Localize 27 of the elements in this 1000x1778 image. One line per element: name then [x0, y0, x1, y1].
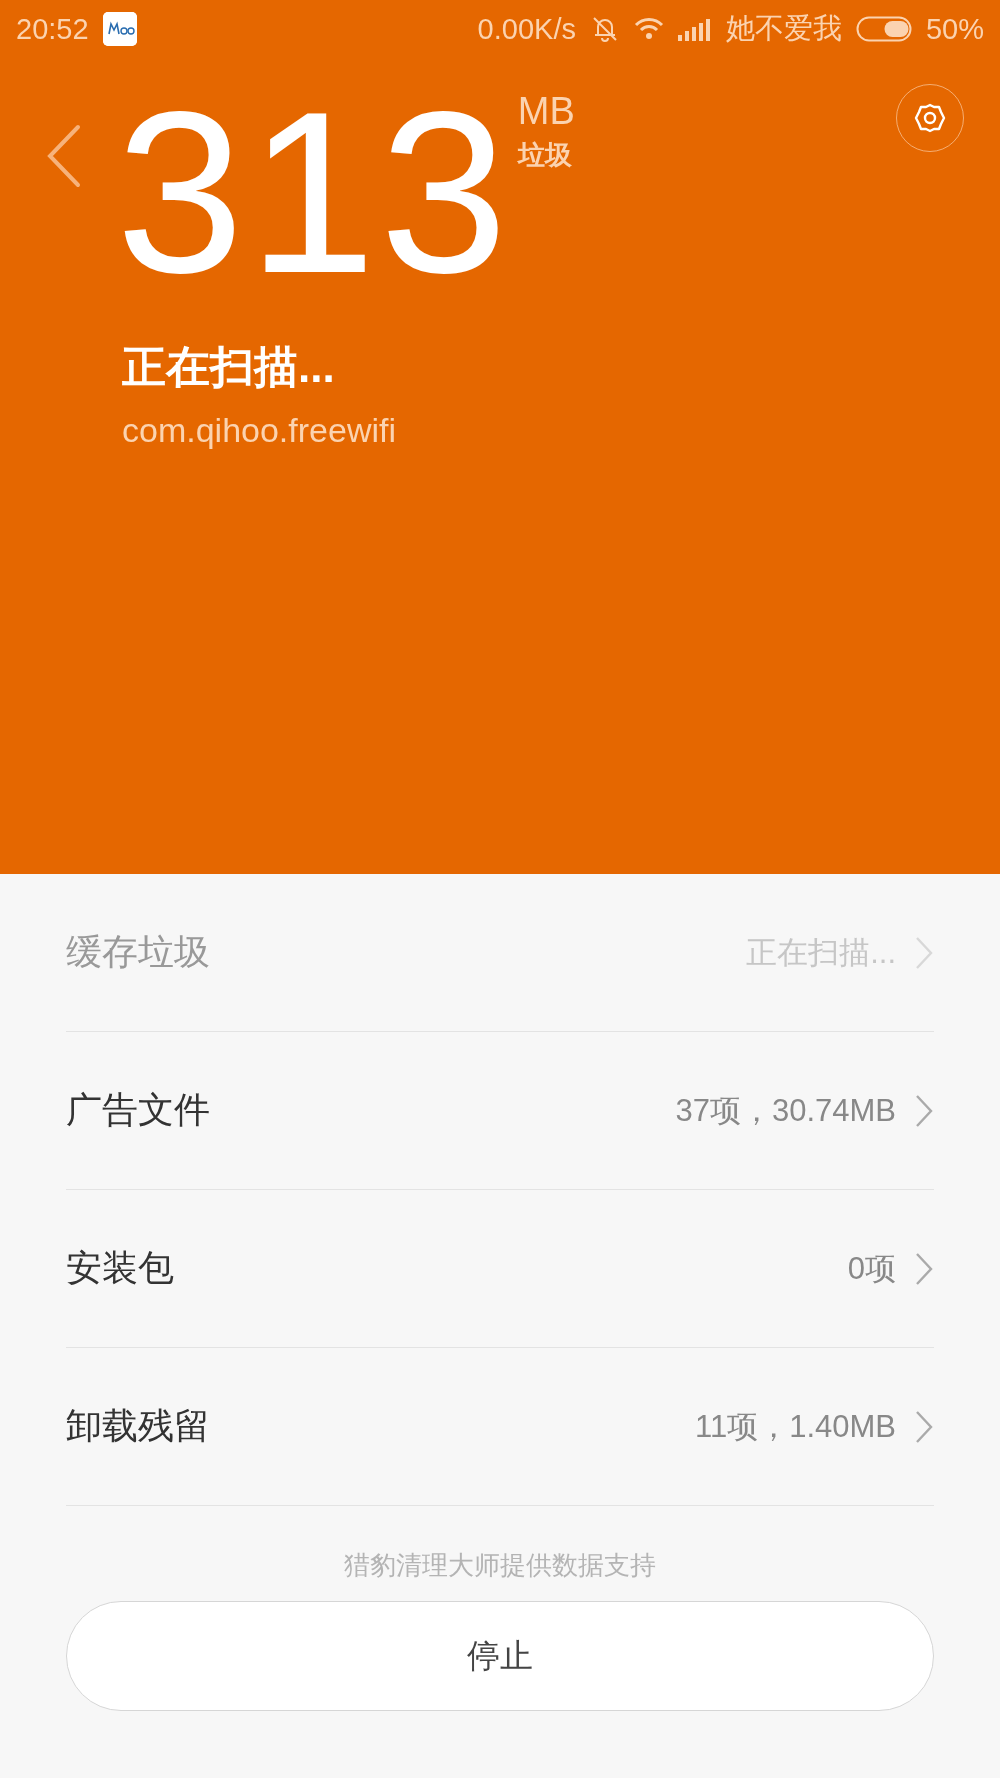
size-unit: MB [517, 90, 575, 133]
battery-icon [855, 16, 912, 42]
category-name: 广告文件 [66, 1088, 211, 1132]
junk-category-row[interactable]: 广告文件 37项，30.74MB [66, 1032, 934, 1190]
settings-icon [913, 101, 947, 135]
network-speed: 0.00K/s [477, 12, 576, 46]
category-size: 37项，30.74MB [675, 1091, 896, 1130]
scanning-package: com.qihoo.freewifi [122, 411, 397, 450]
clock: 20:52 [16, 12, 89, 46]
category-name: 缓存垃圾 [66, 930, 211, 974]
back-icon[interactable] [46, 124, 82, 188]
junk-category-row[interactable]: 卸载残留 11项，1.40MB [66, 1348, 934, 1506]
carrier-name: 她不爱我 [725, 11, 842, 46]
junk-category-row[interactable]: 安装包 0项 [66, 1190, 934, 1348]
category-size: 0项 [847, 1249, 896, 1288]
battery-percent: 50% [925, 12, 984, 46]
wifi-icon [633, 17, 664, 41]
stop-button[interactable]: 停止 [66, 1601, 934, 1711]
data-source-note: 猎豹清理大师提供数据支持 [343, 1549, 657, 1582]
junk-label: 垃圾 [517, 139, 573, 172]
category-name: 安装包 [66, 1246, 175, 1290]
scan-status: 正在扫描... [122, 341, 336, 393]
app-icon [102, 12, 137, 46]
junk-size: 313 [116, 88, 512, 298]
category-size: 11项，1.40MB [695, 1407, 896, 1446]
signal-icon [677, 17, 712, 41]
category-name: 卸载残留 [66, 1404, 211, 1448]
